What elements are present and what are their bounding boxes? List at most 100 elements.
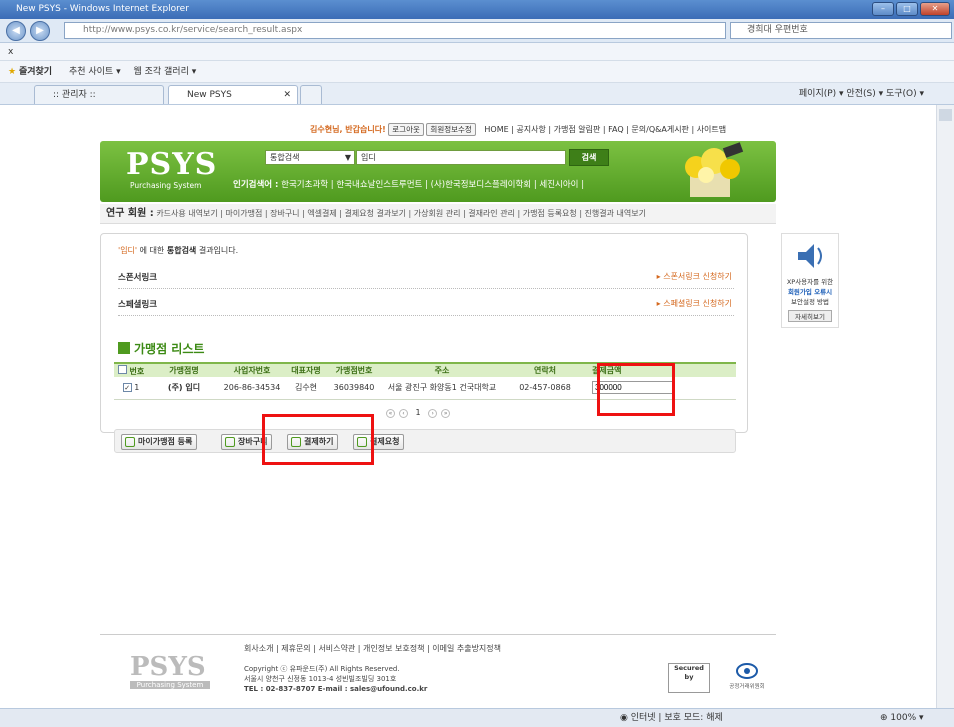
search-scope-value: 통합검색 xyxy=(270,153,300,162)
vertical-scrollbar[interactable] xyxy=(936,105,954,708)
next-page-icon[interactable]: › xyxy=(428,409,438,418)
cell-address: 서울 광진구 화양동1 건국대학교 xyxy=(380,377,504,400)
store-list-title: 가맹점 리스트 xyxy=(134,342,205,356)
header-name: 가맹점명 xyxy=(148,362,220,377)
side-ad-line: 보안설정 방법 xyxy=(791,298,829,306)
ftc-seal[interactable]: 공정거래위원회 xyxy=(722,662,772,694)
header-no: 번호 xyxy=(114,362,148,377)
security-seal[interactable]: Secured by xyxy=(668,663,710,693)
header-label: 번호 xyxy=(129,366,145,376)
button-label: 마이가맹점 등록 xyxy=(138,437,193,446)
footer-logo-subtitle: Purchasing System xyxy=(130,681,210,689)
tab-new-psys[interactable]: New PSYS ✕ xyxy=(168,85,298,104)
site-nav-links[interactable]: HOME | 공지사항 | 가맹점 알림판 | FAQ | 문의/Q&A게시판 … xyxy=(484,125,726,134)
search-input[interactable]: 입디 xyxy=(356,150,566,165)
close-icon[interactable]: x xyxy=(8,47,13,57)
window-title: New PSYS - Windows Internet Explorer xyxy=(16,4,189,14)
cell-biz-no: 206-86-34534 xyxy=(220,377,284,400)
header-store-no: 가맹점번호 xyxy=(328,362,380,377)
scroll-thumb[interactable] xyxy=(939,109,952,121)
side-ad-line: XP사용자를 위한 xyxy=(786,278,834,286)
cell-phone: 02-457-0868 xyxy=(504,377,586,400)
footer-divider xyxy=(100,634,776,635)
header-phone: 연락처 xyxy=(504,362,586,377)
page-number[interactable]: 1 xyxy=(416,408,421,417)
flowers-image xyxy=(685,142,744,197)
popular-terms[interactable]: 한국기초과학 | 한국내쇼날인스트루먼트 | (사)한국정보디스플레이학회 | … xyxy=(281,180,584,190)
top-nav: 김수현님, 반갑습니다! 로그아웃 회원정보수정 HOME | 공지사항 | 가… xyxy=(310,123,770,136)
button-label: 결제요청 xyxy=(370,437,400,446)
side-ad[interactable]: XP사용자를 위한 회원가입 오류시 보안설정 방법 자세히보기 xyxy=(781,233,839,328)
list-icon xyxy=(118,342,130,354)
back-button[interactable]: ◀ xyxy=(6,21,26,41)
copyright: Copyright ⓒ 유파운드(주) All Rights Reserved. xyxy=(244,665,400,673)
prev-page-icon[interactable]: ‹ xyxy=(399,409,408,418)
tab-label: New PSYS xyxy=(187,90,232,100)
tab-admin[interactable]: :: 관리자 :: xyxy=(34,85,164,104)
row-number: 1 xyxy=(134,383,140,393)
chevron-down-icon: ▼ xyxy=(344,153,351,162)
cell-name[interactable]: (주) 입디 xyxy=(148,377,220,400)
row-checkbox[interactable]: ✓ xyxy=(122,383,132,393)
tab-label: :: 관리자 :: xyxy=(53,90,96,100)
side-ad-line: 회원가입 오류시 xyxy=(787,288,833,296)
store-list-heading: 가맹점 리스트 xyxy=(118,340,204,357)
zone-label: 인터넷 | 보호 모드: 해제 xyxy=(630,713,723,723)
company-address: 서울시 양천구 신정동 1013-4 성빈빌조빌딩 301호 xyxy=(244,675,397,683)
close-icon[interactable]: ✕ xyxy=(283,86,291,104)
sponsor-label: 스폰서링크 xyxy=(118,273,158,283)
side-ad-button[interactable]: 자세히보기 xyxy=(788,310,832,322)
ftc-text: 공정거래위원회 xyxy=(729,684,765,690)
tab-row: :: 관리자 :: New PSYS ✕ 페이지(P) ▾ 안전(S) ▾ 도구(… xyxy=(0,83,954,105)
zoom-value: 100% xyxy=(890,713,917,723)
first-page-icon[interactable]: « xyxy=(386,409,395,418)
sponsor-link-row: 스폰서링크 ▸ 스폰서링크 신청하기 xyxy=(118,271,734,289)
result-scope: 통합검색 xyxy=(166,246,197,255)
cell-no: ✓ 1 xyxy=(114,377,148,400)
new-tab-button[interactable] xyxy=(300,85,322,104)
psys-logo[interactable]: PSYS xyxy=(126,147,217,182)
special-label: 스페셜링크 xyxy=(118,300,158,310)
zoom-icon: ⊕ xyxy=(880,713,888,723)
footer-links[interactable]: 회사소개 | 제휴문의 | 서비스약관 | 개인정보 보호정책 | 이메일 추출… xyxy=(244,643,501,654)
search-scope-select[interactable]: 통합검색 ▼ xyxy=(265,150,355,165)
security-zone[interactable]: ◉ 인터넷 | 보호 모드: 해제 xyxy=(620,709,723,727)
keyword: '입디' xyxy=(118,246,138,255)
search-banner: PSYS Purchasing System 통합검색 ▼ 입디 검색 인기검색… xyxy=(100,141,776,202)
select-all-checkbox[interactable] xyxy=(117,364,127,374)
company-contact: TEL : 02-837-8707 E-mail : sales@ufound.… xyxy=(244,685,428,693)
last-page-icon[interactable]: » xyxy=(441,409,451,418)
header-biz-no: 사업자번호 xyxy=(220,362,284,377)
browser-search-input[interactable]: 경희대 우편번호 xyxy=(730,22,952,39)
forward-button[interactable]: ▶ xyxy=(30,21,50,41)
search-button[interactable]: 검색 xyxy=(569,149,609,166)
sponsor-apply-link[interactable]: ▸ 스폰서링크 신청하기 xyxy=(657,271,732,282)
logo-subtitle: Purchasing System xyxy=(130,181,202,190)
seal-text: Secured by xyxy=(674,664,704,681)
profile-button[interactable]: 회원정보수정 xyxy=(426,123,476,136)
add-my-store-button[interactable]: 마이가맹점 등록 xyxy=(121,434,198,450)
favorites-button[interactable]: 즐겨찾기 xyxy=(19,67,52,77)
special-link-row: 스페셜링크 ▸ 스페셜링크 신청하기 xyxy=(118,298,734,316)
maximize-button[interactable]: □ xyxy=(896,2,918,16)
fav-item[interactable]: 웹 조각 갤러리 ▾ xyxy=(133,67,196,77)
logout-button[interactable]: 로그아웃 xyxy=(388,123,424,136)
window-titlebar: New PSYS - Windows Internet Explorer – □… xyxy=(0,0,954,19)
action-bar: 마이가맹점 등록 장바구니 결제하기 결제요청 xyxy=(114,429,736,453)
header-owner: 대표자명 xyxy=(284,362,328,377)
menu-row: x xyxy=(0,43,954,61)
cell-store-no: 36039840 xyxy=(328,377,380,400)
close-button[interactable]: ✕ xyxy=(920,2,950,16)
zoom-level[interactable]: ⊕ 100% ▾ xyxy=(880,709,924,727)
highlight-amount-box xyxy=(597,363,675,416)
command-bar[interactable]: 페이지(P) ▾ 안전(S) ▾ 도구(O) ▾ xyxy=(799,83,924,105)
member-label: 연구 회원 : xyxy=(106,208,154,219)
fav-item[interactable]: 추천 사이트 ▾ xyxy=(69,67,121,77)
member-links[interactable]: 카드사용 내역보기 | 마이가맹점 | 장바구니 | 엑셀결제 | 결제요청 결… xyxy=(156,209,646,218)
minimize-button[interactable]: – xyxy=(872,2,894,16)
pagination: « ‹ 1 ›» xyxy=(384,408,452,418)
address-bar[interactable]: http://www.psys.co.kr/service/search_res… xyxy=(64,22,726,39)
header-address: 주소 xyxy=(380,362,504,377)
special-apply-link[interactable]: ▸ 스페셜링크 신청하기 xyxy=(657,298,732,309)
favorites-bar: ★ 즐겨찾기 추천 사이트 ▾ 웹 조각 갤러리 ▾ xyxy=(0,61,954,83)
